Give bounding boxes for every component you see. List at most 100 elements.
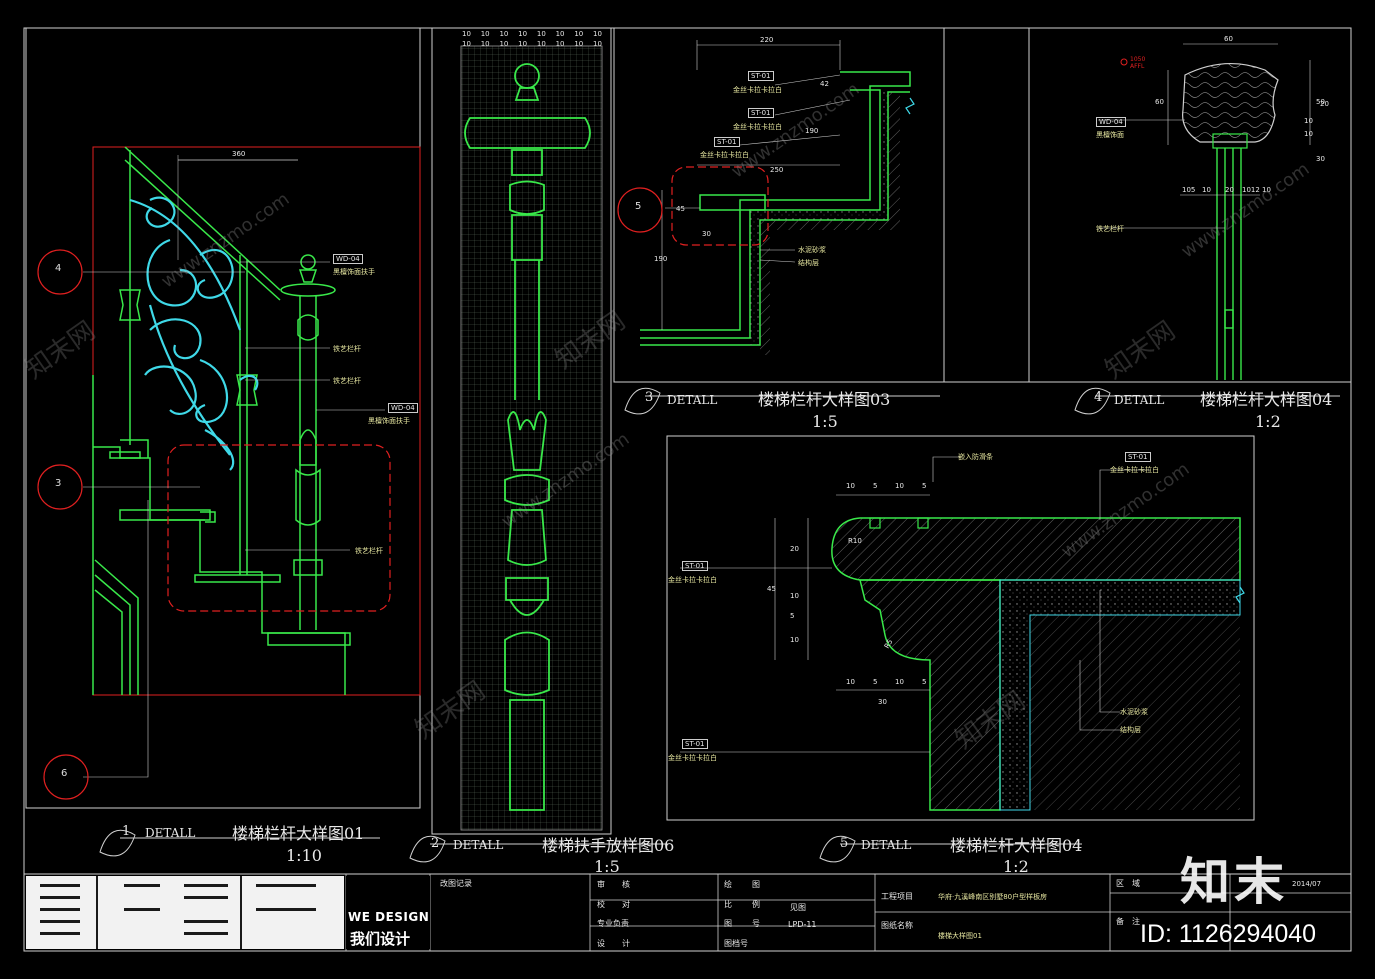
d3-tag-1: ST-01: [748, 71, 774, 81]
brand-logo: 知末: [1180, 853, 1288, 911]
detail-4-num: 4: [1094, 390, 1103, 405]
tb-a-5: 设: [597, 939, 605, 948]
tb-b-3: 例: [752, 900, 760, 909]
d2-grid-num: 10: [536, 30, 546, 38]
tb-b-5: 号: [752, 919, 760, 928]
d1-label-2: 铁艺栏杆: [333, 345, 361, 353]
note-label: 备 注: [1116, 917, 1140, 926]
detail-1-num: 1: [122, 824, 131, 839]
d5-tag-3: ST-01: [682, 739, 708, 749]
d4-label-1: 黑檀饰面: [1096, 131, 1124, 139]
detail-3-word: DETALL: [667, 393, 718, 407]
d2-grid-num: 10: [462, 30, 471, 38]
d4-dim-r3: 30: [1316, 155, 1325, 163]
tb-b-2: 比: [724, 900, 732, 909]
d3-dim-45: 45: [676, 205, 685, 213]
d1-label-5: 铁艺栏杆: [355, 547, 383, 555]
watermark-site-5: www.znzmo.com: [1177, 158, 1314, 263]
d3-dim-30: 30: [702, 230, 711, 238]
drawing-name: 楼梯大样图01: [938, 932, 982, 940]
d4-level-mark: 1050 AFFL: [1130, 56, 1146, 70]
project-name: 华府·九溪峰南区别墅80户型样板房: [938, 893, 1048, 901]
tb-a-1: 核: [622, 880, 630, 889]
d5-label-6: 结构层: [1120, 726, 1141, 734]
tb-b-6: 图档号: [724, 939, 748, 948]
project-label: 工程项目: [881, 892, 913, 901]
d3-dim-42: 42: [820, 80, 829, 88]
callout-6: 6: [61, 768, 68, 779]
d3-label-4: 水泥砂浆: [798, 246, 826, 254]
tb-b-4: 图: [724, 919, 732, 928]
d3-dim-250: 250: [770, 166, 784, 174]
tb-b-1: 图: [752, 880, 760, 889]
scale-value: 见图: [790, 903, 806, 912]
d1-label-4: 黑檀饰面扶手: [368, 417, 410, 425]
d5-dim-6: 45: [767, 585, 776, 593]
watermark-cn-4: 知末网: [409, 675, 491, 746]
d2-grid-num: 10: [555, 30, 565, 38]
d2-grid-numbers: 10 10 10 10 10 10 10 10: [462, 30, 602, 38]
d2-grid-num: 10: [480, 40, 490, 48]
d5-label-3: 金丝卡拉卡拉白: [668, 576, 717, 584]
d2-grid-num: 10: [574, 40, 584, 48]
d5-dim-3: 10: [895, 482, 904, 490]
tb-a-2: 校: [597, 900, 605, 909]
d3-label-1: 金丝卡拉卡拉白: [733, 86, 782, 94]
drawing-no: LPD-11: [788, 920, 817, 929]
d2-grid-num: 10: [499, 30, 509, 38]
detail-5-word: DETALL: [861, 838, 912, 852]
d2-grid-num: 10: [480, 30, 490, 38]
tb-a-4: 专业负责: [597, 919, 629, 928]
tb-a-6: 计: [622, 939, 630, 948]
d3-tag-2: ST-01: [748, 108, 774, 118]
d3-dim-220: 220: [760, 36, 774, 44]
d5-dim-8: 5: [790, 612, 795, 620]
d5-radius-2: R5: [882, 637, 895, 651]
watermark-site-1: www.znzmo.com: [157, 188, 294, 293]
d5-tag-2: ST-01: [682, 561, 708, 571]
d2-grid-num: 10: [518, 40, 528, 48]
watermark-site-2: www.znzmo.com: [497, 428, 634, 533]
detail-4-scale: 1:2: [1255, 412, 1281, 431]
tb-a-0: 审: [597, 880, 605, 889]
watermark-cn-2: 知末网: [549, 305, 631, 376]
d4-dim-b1: 105: [1182, 186, 1196, 194]
d5-dim-7: 10: [790, 592, 799, 600]
detail-2-num: 2: [431, 836, 440, 851]
detail-3-num: 3: [645, 390, 654, 405]
d1-label-1: 黑檀饰面扶手: [333, 268, 375, 276]
d3-dim-190b: 190: [654, 255, 668, 263]
d2-grid-num: 10: [555, 40, 565, 48]
detail-5-scale: 1:2: [1003, 857, 1029, 876]
d5-label-1: 嵌入防滑条: [958, 453, 993, 461]
tb-a-3: 对: [622, 900, 630, 909]
d5-dim-2: 5: [873, 482, 878, 490]
d5-dim-13: 5: [922, 678, 927, 686]
brand-en: WE DESIGN: [348, 910, 430, 924]
detail-3-title: 楼梯栏杆大样图03: [758, 390, 891, 409]
d1-dim-top: 360: [232, 150, 246, 158]
d4-dim-left: 60: [1155, 98, 1164, 106]
d4-dim-b2: 10: [1202, 186, 1211, 194]
d2-grid-num: 10: [593, 40, 602, 48]
d5-tag-1: ST-01: [1125, 452, 1151, 462]
detail-1-scale: 1:10: [286, 846, 322, 865]
detail-5-title: 楼梯栏杆大样图04: [950, 836, 1083, 855]
d1-label-3: 铁艺栏杆: [333, 377, 361, 385]
drawing-name-label: 图纸名称: [881, 921, 913, 930]
revision-label: 改图记录: [440, 879, 472, 888]
d4-tag: WD-04: [1096, 117, 1126, 127]
d2-grid-num: 10: [462, 40, 471, 48]
detail-2-word: DETALL: [453, 838, 504, 852]
detail-2-scale: 1:5: [594, 857, 620, 876]
d5-dim-5: 20: [790, 545, 799, 553]
area-label: 区 域: [1116, 879, 1140, 888]
d1-tag-2: WD-04: [388, 403, 418, 413]
d5-label-2: 金丝卡拉卡拉白: [1110, 466, 1159, 474]
detail-4-word: DETALL: [1114, 393, 1165, 407]
detail-1-word: DETALL: [145, 826, 196, 840]
d5-dim-12: 10: [895, 678, 904, 686]
d2-grid-numbers-2: 10 10 10 10 10 10 10 10: [462, 40, 602, 48]
d5-dim-1: 10: [846, 482, 855, 490]
detail-2-title: 楼梯扶手放样图06: [542, 836, 675, 855]
